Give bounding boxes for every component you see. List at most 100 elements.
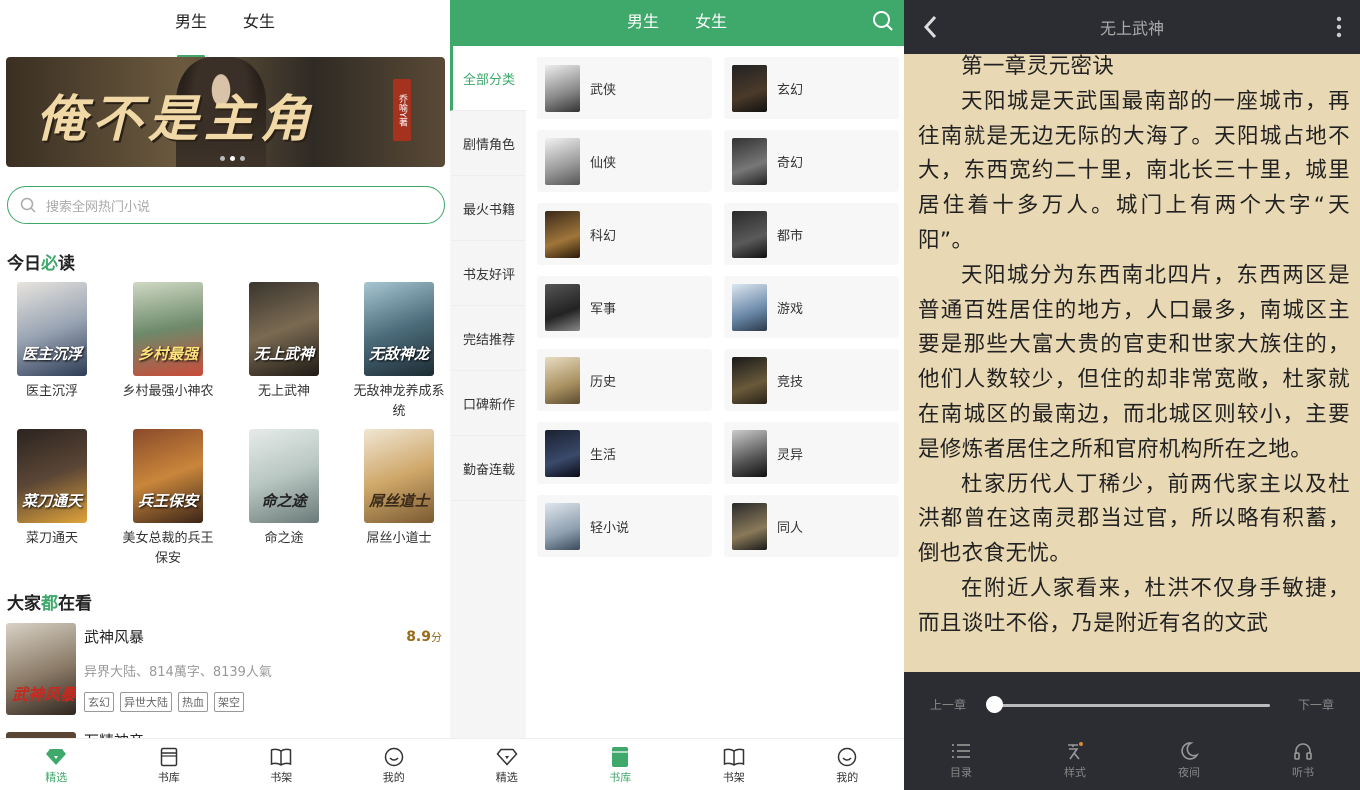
listen-button[interactable]: 听书 xyxy=(1246,738,1360,780)
genre-item[interactable]: 游戏 xyxy=(724,276,899,338)
category-ongoing[interactable]: 勤奋连载 xyxy=(450,436,526,501)
banner-pager xyxy=(220,156,245,161)
reader-content[interactable]: 第一章灵元密诀 天阳城是天武国最南部的一座城市，再往南就是无边无际的大海了。天阳… xyxy=(918,50,1350,642)
gem-icon xyxy=(496,748,518,766)
reader-header: 无上武神 xyxy=(904,0,1360,54)
book-cover: 武神风暴 xyxy=(6,623,76,715)
book-cover: 无敌神龙 xyxy=(364,282,434,376)
book-title: 无敌神龙养成系统 xyxy=(353,384,445,419)
headphones-icon xyxy=(1294,743,1312,760)
paragraph: 天阳城是天武国最南部的一座城市，再往南就是无边无际的大海了。天阳城占地不大，东西… xyxy=(918,88,1350,253)
night-mode-button[interactable]: 夜间 xyxy=(1132,738,1246,780)
nav-bookshelf[interactable]: 书架 xyxy=(677,739,791,790)
search-input[interactable]: 搜索全网热门小说 xyxy=(7,186,445,224)
category-completed[interactable]: 完结推荐 xyxy=(450,306,526,371)
banner-title: 俺不是主角 xyxy=(36,90,316,148)
category-all[interactable]: 全部分类 xyxy=(450,46,526,111)
category-sidebar: 全部分类 剧情角色 最火书籍 书友好评 完结推荐 口碑新作 勤奋连载 xyxy=(450,46,526,738)
book-title: 武神风暴 xyxy=(84,628,145,646)
promo-banner[interactable]: 俺不是主角 乔喻Y著 xyxy=(6,57,445,167)
genre-item[interactable]: 科幻 xyxy=(537,203,712,265)
book-card[interactable]: 兵王保安 美女总裁的兵王保安 xyxy=(118,429,218,569)
tag[interactable]: 玄幻 xyxy=(84,692,114,712)
list-item[interactable]: 武神风暴 武神风暴 8.9分 异界大陆、814萬字、8139人氣 玄幻 异世大陆… xyxy=(6,623,446,715)
nav-featured[interactable]: 精选 xyxy=(450,739,564,790)
category-reader-rated[interactable]: 书友好评 xyxy=(450,241,526,306)
genre-item[interactable]: 奇幻 xyxy=(724,130,899,192)
nav-bookshelf[interactable]: 书架 xyxy=(225,739,338,790)
category-hottest[interactable]: 最火书籍 xyxy=(450,176,526,241)
prev-chapter-button[interactable]: 上一章 xyxy=(930,696,966,713)
search-icon xyxy=(20,197,36,213)
book-title: 医主沉浮 xyxy=(25,384,78,399)
bookshelf-icon xyxy=(723,748,744,766)
gender-tabs: 男生 女生 xyxy=(0,0,450,58)
paragraph: 在附近人家看来，杜洪不仅身手敏捷，而且谈吐不俗，乃是附近有名的文武 xyxy=(918,575,1350,636)
library-icon xyxy=(612,747,629,767)
book-title: 屌丝小道士 xyxy=(366,531,432,546)
more-icon[interactable] xyxy=(1336,16,1342,38)
book-card[interactable]: 命之途 命之途 xyxy=(234,429,334,549)
nav-library[interactable]: 书库 xyxy=(113,739,226,790)
genre-item[interactable]: 玄幻 xyxy=(724,57,899,119)
category-plot-roles[interactable]: 剧情角色 xyxy=(450,111,526,176)
smile-icon xyxy=(838,747,857,767)
home-screen: 男生 女生 俺不是主角 乔喻Y著 搜索全网热门小说 今日必读 医主沉浮 医主沉浮… xyxy=(0,0,450,790)
tab-male[interactable]: 男生 xyxy=(627,0,659,58)
library-screen: 男生 女生 全部分类 剧情角色 最火书籍 书友好评 完结推荐 口碑新作 勤奋连载… xyxy=(450,0,904,790)
genre-item[interactable]: 同人 xyxy=(724,495,899,557)
tag[interactable]: 热血 xyxy=(178,692,208,712)
back-icon[interactable] xyxy=(922,14,938,40)
book-cover: 兵王保安 xyxy=(133,429,203,523)
toc-button[interactable]: 目录 xyxy=(904,738,1018,780)
book-title: 菜刀通天 xyxy=(25,531,78,546)
text-style-icon xyxy=(1068,742,1083,760)
book-tags: 玄幻 异世大陆 热血 架空 xyxy=(84,692,244,712)
genre-item[interactable]: 灵异 xyxy=(724,422,899,484)
nav-featured[interactable]: 精选 xyxy=(0,739,113,790)
tab-male[interactable]: 男生 xyxy=(175,0,207,58)
gem-icon xyxy=(46,749,67,765)
genre-item[interactable]: 仙侠 xyxy=(537,130,712,192)
chapter-progress-track[interactable] xyxy=(992,704,1270,707)
book-cover: 菜刀通天 xyxy=(17,429,87,523)
banner-author-seal: 乔喻Y著 xyxy=(393,79,411,141)
section-title-today: 今日必读 xyxy=(7,254,75,274)
tag[interactable]: 异世大陆 xyxy=(120,692,172,712)
style-button[interactable]: 样式 xyxy=(1018,738,1132,780)
nav-mine[interactable]: 我的 xyxy=(338,739,451,790)
book-title: 乡村最强小神农 xyxy=(122,384,214,399)
book-card[interactable]: 乡村最强 乡村最强小神农 xyxy=(118,282,218,402)
book-card[interactable]: 屌丝道士 屌丝小道士 xyxy=(349,429,449,549)
reader-toolbar: 目录 样式 夜间 听书 xyxy=(904,738,1360,780)
chapter-progress-thumb[interactable] xyxy=(986,696,1003,713)
book-cover: 无上武神 xyxy=(249,282,319,376)
search-icon[interactable] xyxy=(872,10,894,32)
book-card[interactable]: 医主沉浮 医主沉浮 xyxy=(2,282,102,402)
genre-item[interactable]: 生活 xyxy=(537,422,712,484)
book-cover: 乡村最强 xyxy=(133,282,203,376)
book-cover: 医主沉浮 xyxy=(17,282,87,376)
nav-library[interactable]: 书库 xyxy=(564,739,678,790)
reader-title: 无上武神 xyxy=(1099,19,1164,38)
tab-female[interactable]: 女生 xyxy=(243,0,275,46)
list-icon xyxy=(952,744,970,758)
book-title: 命之途 xyxy=(264,531,304,546)
genre-item[interactable]: 轻小说 xyxy=(537,495,712,557)
book-card[interactable]: 无敌神龙 无敌神龙养成系统 xyxy=(349,282,449,422)
genre-item[interactable]: 军事 xyxy=(537,276,712,338)
book-card[interactable]: 无上武神 无上武神 xyxy=(234,282,334,402)
genre-item[interactable]: 都市 xyxy=(724,203,899,265)
tag[interactable]: 架空 xyxy=(214,692,244,712)
genre-item[interactable]: 武侠 xyxy=(537,57,712,119)
search-placeholder: 搜索全网热门小说 xyxy=(46,199,151,215)
genre-item[interactable]: 竞技 xyxy=(724,349,899,411)
bottom-nav: 精选 书库 书架 我的 xyxy=(450,738,904,790)
genre-item[interactable]: 历史 xyxy=(537,349,712,411)
nav-mine[interactable]: 我的 xyxy=(791,739,905,790)
moon-icon xyxy=(1181,742,1199,760)
category-new-acclaimed[interactable]: 口碑新作 xyxy=(450,371,526,436)
next-chapter-button[interactable]: 下一章 xyxy=(1298,696,1334,713)
tab-female[interactable]: 女生 xyxy=(695,0,727,46)
book-card[interactable]: 菜刀通天 菜刀通天 xyxy=(2,429,102,549)
